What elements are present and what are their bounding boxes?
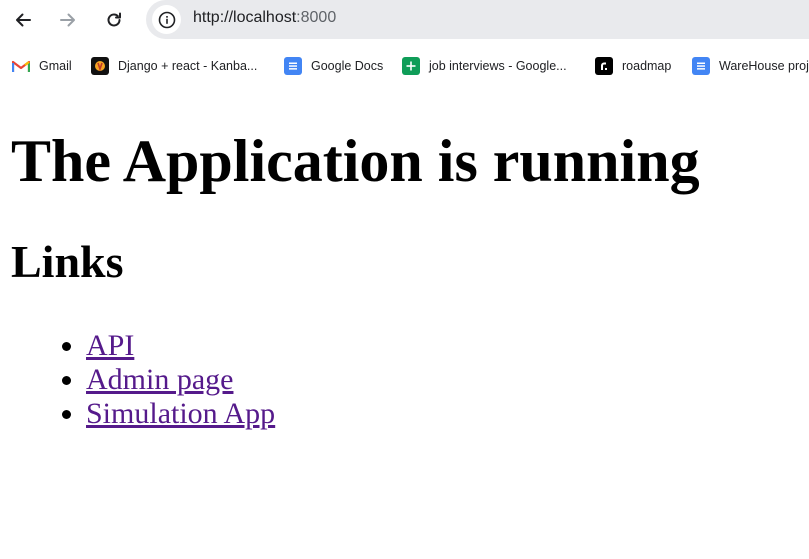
bookmark-label: WareHouse proj xyxy=(719,59,809,73)
bookmark-label: Google Docs xyxy=(311,59,384,73)
list-item: Admin page xyxy=(86,363,275,397)
info-icon xyxy=(158,11,175,28)
reload-icon xyxy=(107,12,121,27)
api-link[interactable]: API xyxy=(86,329,134,362)
address-bar[interactable]: http://localhost:8000 xyxy=(146,0,809,39)
google-docs-icon xyxy=(284,57,302,75)
url-host: http://localhost xyxy=(193,9,297,26)
simulation-app-link[interactable]: Simulation App xyxy=(86,397,275,430)
page-title: The Application is running xyxy=(11,128,700,194)
bookmark-label: roadmap xyxy=(622,59,672,73)
google-docs-icon xyxy=(692,57,710,75)
site-info-button[interactable] xyxy=(152,5,181,34)
reload-button[interactable] xyxy=(99,5,129,35)
list-item: Simulation App xyxy=(86,397,275,431)
arrow-right-icon xyxy=(60,13,75,27)
bookmark-warehouse[interactable]: WareHouse proj xyxy=(692,55,809,77)
django-icon xyxy=(91,57,109,75)
list-item: API xyxy=(86,329,275,363)
bookmark-roadmap[interactable]: roadmap xyxy=(595,55,671,77)
bookmark-django-react[interactable]: Django + react - Kanba... xyxy=(91,55,257,77)
url-text[interactable]: http://localhost:8000 xyxy=(193,9,336,27)
back-button[interactable] xyxy=(8,5,38,35)
gmail-icon xyxy=(12,57,30,75)
links-list: API Admin page Simulation App xyxy=(0,329,275,431)
links-heading: Links xyxy=(11,236,124,287)
bookmark-label: Gmail xyxy=(39,59,72,73)
url-port: :8000 xyxy=(296,9,337,26)
arrow-left-icon xyxy=(16,13,31,27)
google-sheets-icon xyxy=(402,57,420,75)
bookmark-label: Django + react - Kanba... xyxy=(118,59,258,73)
bookmark-label: job interviews - Google... xyxy=(429,59,567,73)
bookmark-job-interviews[interactable]: job interviews - Google... xyxy=(402,55,567,77)
admin-page-link[interactable]: Admin page xyxy=(86,363,233,396)
bookmark-google-docs[interactable]: Google Docs xyxy=(284,55,383,77)
bookmarks-bar: Gmail Django + react - Kanba... Google D… xyxy=(0,51,809,81)
bookmark-gmail[interactable]: Gmail xyxy=(12,55,72,77)
roadmap-icon xyxy=(595,57,613,75)
forward-button[interactable] xyxy=(53,5,83,35)
browser-toolbar: http://localhost:8000 xyxy=(0,0,809,40)
